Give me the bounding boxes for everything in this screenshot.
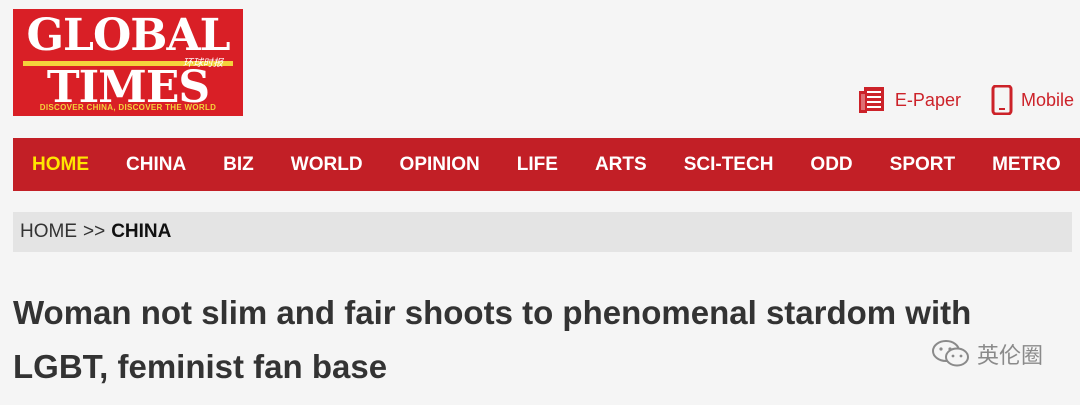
breadcrumb-current[interactable]: CHINA [111, 221, 171, 243]
breadcrumb-separator: >> [83, 221, 106, 242]
top-links: E-Paper Mobile [827, 84, 1074, 116]
nav-item-life[interactable]: LIFE [498, 154, 576, 176]
newspaper-icon [858, 87, 884, 113]
nav-item-odd[interactable]: ODD [792, 154, 871, 176]
nav-item-home[interactable]: HOME [13, 154, 108, 176]
nav-item-world[interactable]: WORLD [272, 154, 381, 176]
nav-item-opinion[interactable]: OPINION [381, 154, 498, 176]
watermark: 英伦圈 [931, 338, 1043, 370]
nav-item-sci-tech[interactable]: SCI-TECH [665, 154, 792, 176]
main-nav: HOME CHINA BIZ WORLD OPINION LIFE ARTS S… [13, 138, 1080, 191]
nav-item-sport[interactable]: SPORT [871, 154, 973, 176]
nav-item-metro[interactable]: METRO [974, 154, 1080, 176]
nav-item-biz[interactable]: BIZ [205, 154, 273, 176]
watermark-text: 英伦圈 [976, 343, 1043, 368]
global-times-logo[interactable]: GLOBAL 环球时报 TIMES DISCOVER CHINA, DISCOV… [13, 9, 243, 116]
mobile-phone-icon [991, 85, 1013, 115]
nav-item-arts[interactable]: ARTS [576, 154, 665, 176]
breadcrumb-home[interactable]: HOME [20, 221, 77, 243]
logo-line1: GLOBAL [26, 10, 230, 61]
wechat-icon [931, 340, 969, 367]
epaper-label: E-Paper [894, 89, 961, 110]
article-title: Woman not slim and fair shoots to phenom… [13, 294, 972, 385]
mobile-link[interactable]: Mobile [991, 85, 1074, 115]
mobile-label: Mobile [1020, 89, 1074, 110]
logo-tagline: DISCOVER CHINA, DISCOVER THE WORLD [39, 103, 217, 112]
breadcrumb: HOME >> CHINA [13, 212, 1072, 252]
epaper-link[interactable]: E-Paper [857, 86, 961, 114]
nav-item-china[interactable]: CHINA [108, 154, 205, 176]
